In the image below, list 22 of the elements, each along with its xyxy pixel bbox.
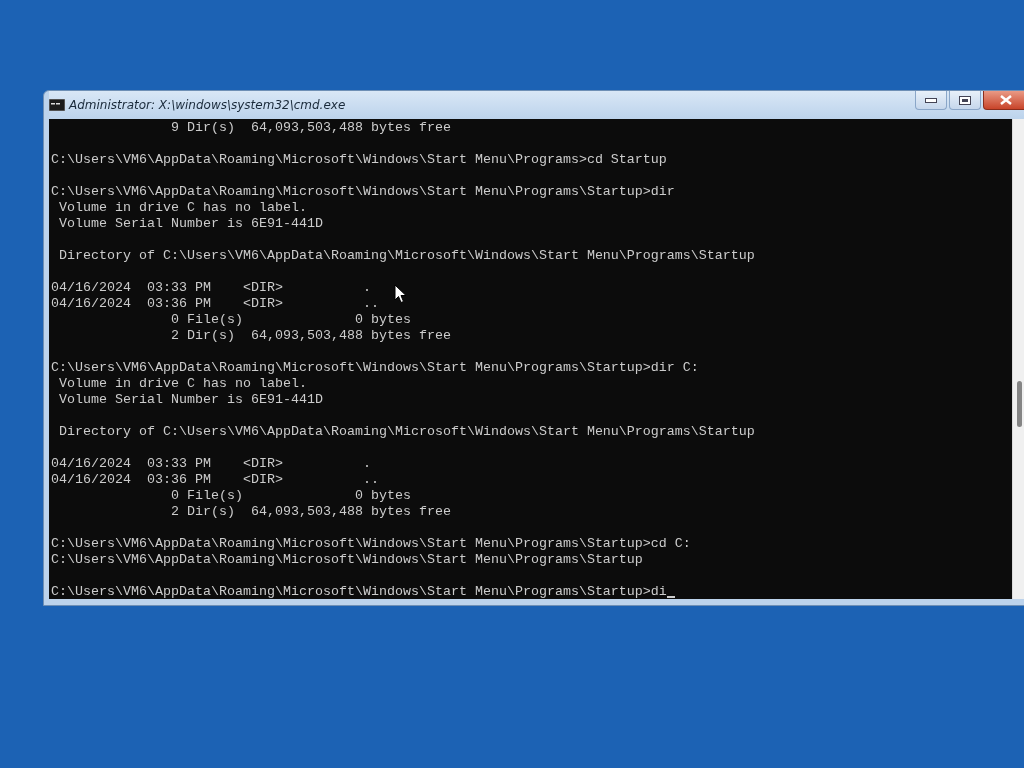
console-line: 04/16/2024 03:33 PM <DIR> .: [51, 456, 371, 471]
console-line: Directory of C:\Users\VM6\AppData\Roaming\Microsoft\Windows\Start Menu\Programs\Startup: [58, 248, 755, 263]
console-line: C:\Users\VM6\AppData\Roaming\Microsoft\Windows\Start Menu\Programs\Startup>dir C:: [51, 360, 699, 375]
console-line: Volume Serial Number is 6E91-441D: [58, 216, 323, 231]
command-prompt: C:\Users\VM6\AppData\Roaming\Microsoft\Windows\Start Menu\Programs\Startup>di: [51, 584, 667, 599]
console-line: 0 File(s) 0 bytes: [169, 488, 411, 503]
console-line: Directory of C:\Users\VM6\AppData\Roaming\Microsoft\Windows\Start Menu\Programs\Startup: [58, 424, 755, 439]
console-line: C:\Users\VM6\AppData\Roaming\Microsoft\Windows\Start Menu\Programs\Startup: [51, 552, 643, 567]
console-line: Volume Serial Number is 6E91-441D: [58, 392, 323, 407]
window-title: Administrator: X:\windows\system32\cmd.exe: [69, 97, 346, 114]
console-line: C:\Users\VM6\AppData\Roaming\Microsoft\Windows\Start Menu\Programs\Startup>cd C:: [51, 536, 691, 551]
console-line: C:\Users\VM6\AppData\Roaming\Microsoft\Windows\Start Menu\Programs\Startup>dir: [51, 184, 675, 199]
console-line: Volume in drive C has no label.: [58, 376, 307, 391]
console-line: 9 Dir(s) 64,093,503,488 bytes free: [169, 120, 451, 135]
console-line: 04/16/2024 03:36 PM <DIR> ..: [51, 296, 379, 311]
console-line: 04/16/2024 03:36 PM <DIR> ..: [51, 472, 379, 487]
console-line: 04/16/2024 03:33 PM <DIR> .: [51, 280, 371, 295]
console-line: C:\Users\VM6\AppData\Roaming\Microsoft\Windows\Start Menu\Programs>cd Startup: [51, 152, 667, 167]
console-line: 2 Dir(s) 64,093,503,488 bytes free: [169, 504, 451, 519]
console-line: Volume in drive C has no label.: [58, 200, 307, 215]
console-line: 0 File(s) 0 bytes: [169, 312, 411, 327]
console-line: 2 Dir(s) 64,093,503,488 bytes free: [169, 328, 451, 343]
